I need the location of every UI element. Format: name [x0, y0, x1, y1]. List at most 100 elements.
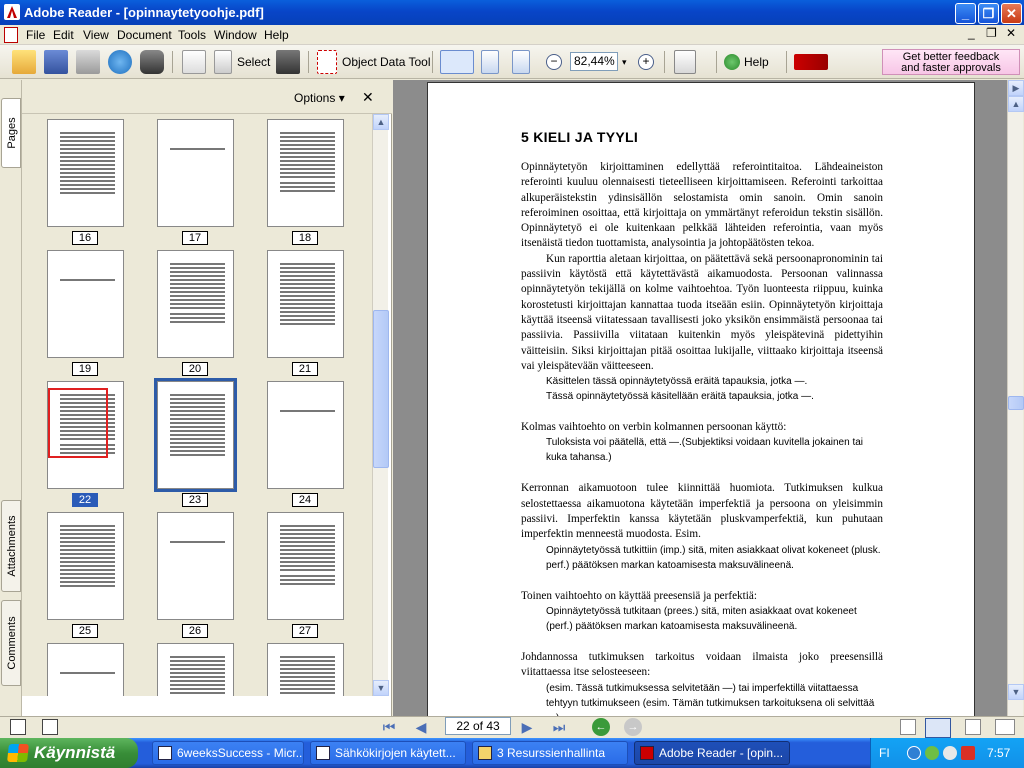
page-thumbnail[interactable] — [47, 250, 124, 358]
page-number-label[interactable]: 18 — [292, 231, 318, 245]
go-back-icon[interactable]: ← — [592, 718, 610, 736]
scroll-down-arrow-icon[interactable]: ▼ — [1008, 684, 1024, 700]
go-forward-icon[interactable]: → — [624, 718, 642, 736]
menu-window[interactable]: Window — [214, 28, 257, 42]
doc-close-button[interactable]: ✕ — [1006, 26, 1016, 40]
fit-height-icon[interactable] — [481, 50, 499, 74]
page-number-label[interactable]: 22 — [72, 493, 98, 507]
scroll-up-arrow-icon[interactable]: ▲ — [373, 114, 389, 130]
page-number-label[interactable]: 17 — [182, 231, 208, 245]
continuous-facing-icon[interactable] — [995, 719, 1015, 735]
open-folder-icon[interactable] — [12, 50, 36, 74]
snapshot-camera-icon[interactable] — [276, 50, 300, 74]
next-page-icon[interactable]: ▶ — [518, 718, 536, 736]
scroll-thumb[interactable] — [373, 310, 389, 468]
zoom-in-icon[interactable]: + — [638, 54, 654, 70]
hand-tool-icon[interactable] — [182, 50, 206, 74]
page-thumbnail[interactable] — [47, 643, 124, 696]
page-number-label[interactable]: 23 — [182, 493, 208, 507]
menu-help[interactable]: Help — [264, 28, 289, 42]
page-thumbnail[interactable] — [47, 119, 124, 227]
fit-width-icon[interactable] — [512, 50, 530, 74]
tab-attachments[interactable]: Attachments — [1, 500, 21, 592]
single-page-icon[interactable] — [900, 719, 916, 735]
page-layout-icon[interactable] — [674, 50, 696, 74]
page-size-icon[interactable] — [42, 719, 58, 735]
menu-file[interactable]: File — [26, 28, 45, 42]
page-number-label[interactable]: 19 — [72, 362, 98, 376]
object-data-tool-label[interactable]: Object Data Tool — [342, 55, 431, 69]
tab-comments[interactable]: Comments — [1, 600, 21, 686]
page-thumbnail[interactable] — [157, 643, 234, 696]
help-label[interactable]: Help — [744, 55, 769, 69]
page-number-label[interactable]: 21 — [292, 362, 318, 376]
page-thumbnail[interactable] — [157, 250, 234, 358]
select-cursor-icon[interactable] — [214, 50, 232, 74]
tab-pages[interactable]: Pages — [1, 98, 21, 168]
taskbar-item-adobe-reader[interactable]: Adobe Reader - [opin... — [634, 741, 790, 765]
page-thumbnail[interactable] — [157, 512, 234, 620]
doc-minimize-button[interactable]: _ — [968, 26, 975, 40]
page-thumbnail[interactable] — [47, 512, 124, 620]
doc-restore-button[interactable]: ❐ — [986, 26, 997, 40]
menu-document[interactable]: Document — [117, 28, 172, 42]
page-thumbnail[interactable] — [267, 512, 344, 620]
taskbar-item-explorer[interactable]: 3 Resurssienhallinta — [472, 741, 628, 765]
volume-icon[interactable] — [943, 746, 957, 760]
zoom-level-input[interactable]: 82,44% — [570, 52, 618, 71]
document-view[interactable]: 5 KIELI JA TYYLI Opinnäytetyön kirjoitta… — [393, 80, 1007, 716]
help-icon[interactable] — [724, 54, 740, 70]
continuous-page-icon[interactable] — [925, 718, 951, 738]
zoom-out-icon[interactable]: − — [546, 54, 562, 70]
scroll-up-arrow-icon[interactable]: ▲ — [1008, 96, 1024, 112]
page-thumbnail[interactable] — [267, 381, 344, 489]
restore-button[interactable]: ❐ — [978, 3, 999, 24]
visible-area-indicator[interactable] — [48, 388, 108, 458]
page-number-label[interactable]: 16 — [72, 231, 98, 245]
scroll-down-arrow-icon[interactable]: ▼ — [373, 680, 389, 696]
facing-pages-icon[interactable] — [965, 719, 981, 735]
menu-edit[interactable]: Edit — [53, 28, 74, 42]
zoom-in-tool-icon[interactable] — [440, 50, 474, 74]
antivirus-icon[interactable] — [961, 746, 975, 760]
object-data-tool-icon[interactable] — [317, 50, 337, 74]
network-icon[interactable] — [925, 746, 939, 760]
language-indicator[interactable]: FI — [879, 746, 890, 760]
bluetooth-icon[interactable] — [907, 746, 921, 760]
save-icon[interactable] — [44, 50, 68, 74]
page-number-label[interactable]: 26 — [182, 624, 208, 638]
minimize-button[interactable]: _ — [955, 3, 976, 24]
taskbar-item-word-1[interactable]: 6weeksSuccess - Micr... — [152, 741, 304, 765]
previous-page-icon[interactable]: ◀ — [412, 718, 430, 736]
page-number-label[interactable]: 20 — [182, 362, 208, 376]
print-icon[interactable] — [76, 50, 100, 74]
menu-view[interactable]: View — [83, 28, 109, 42]
scroll-up-arrow-icon[interactable]: ▶ — [1008, 80, 1024, 96]
close-button[interactable]: ✕ — [1001, 3, 1022, 24]
page-number-label[interactable]: 27 — [292, 624, 318, 638]
page-number-input[interactable]: 22 of 43 — [445, 717, 511, 735]
page-thumbnail[interactable] — [157, 119, 234, 227]
scroll-thumb[interactable] — [1008, 396, 1024, 410]
last-page-icon[interactable]: ⏭ — [550, 718, 568, 736]
first-page-icon[interactable]: ⏮ — [380, 718, 398, 736]
page-thumbnail[interactable] — [267, 643, 344, 696]
page-thumbnail[interactable] — [267, 119, 344, 227]
taskbar-item-word-2[interactable]: Sähkökirjojen käytett... — [310, 741, 466, 765]
zoom-dropdown-arrow-icon[interactable]: ▾ — [622, 57, 632, 67]
page-number-label[interactable]: 25 — [72, 624, 98, 638]
document-scrollbar[interactable]: ▶ ▲ ▼ — [1007, 80, 1024, 716]
promo-banner[interactable]: Get better feedback and faster approvals — [882, 49, 1020, 75]
menu-tools[interactable]: Tools — [178, 28, 206, 42]
start-button[interactable]: Käynnistä — [0, 738, 138, 768]
options-menu[interactable]: Options ▾ — [294, 91, 345, 105]
select-tool-label[interactable]: Select — [237, 55, 270, 69]
email-globe-icon[interactable] — [108, 50, 132, 74]
thumbnail-scrollbar[interactable]: ▲ ▼ — [372, 114, 389, 696]
binoculars-icon[interactable] — [140, 50, 164, 74]
page-thumbnail[interactable] — [267, 250, 344, 358]
close-panel-button[interactable]: ✕ — [362, 89, 374, 106]
show-panel-icon[interactable] — [10, 719, 26, 735]
yahoo-toolbar-icon[interactable] — [794, 54, 828, 70]
page-number-label[interactable]: 24 — [292, 493, 318, 507]
